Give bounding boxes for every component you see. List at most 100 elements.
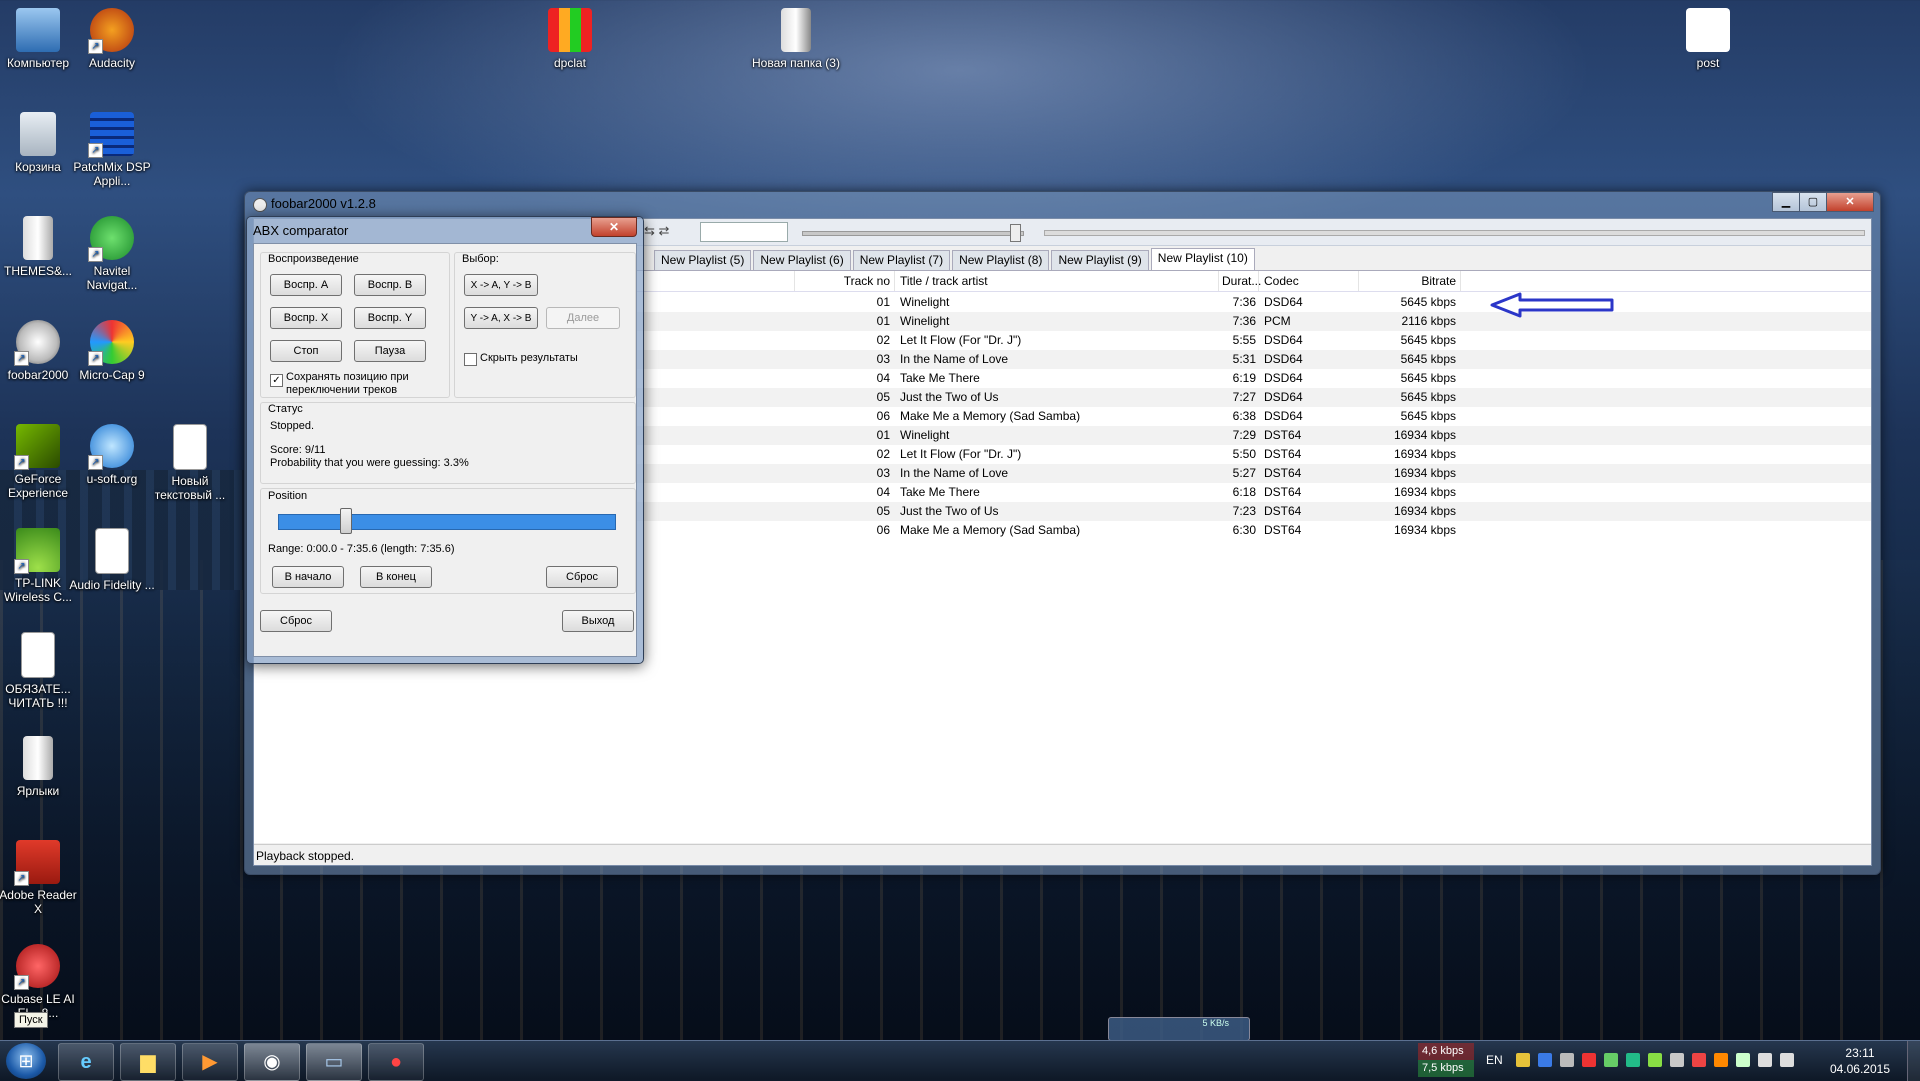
play-a-button[interactable]: Воспр. A	[270, 274, 342, 296]
desktop-icon-new-folder[interactable]: Новая папка (3)	[752, 8, 840, 70]
text-file-icon	[21, 632, 55, 678]
choice-group-label: Выбор:	[462, 253, 499, 265]
chrome-icon: ●	[389, 1051, 403, 1073]
signal-icon[interactable]	[1648, 1053, 1662, 1067]
tray-icon[interactable]	[1670, 1053, 1684, 1067]
taskbar-explorer-button[interactable]: ▆	[120, 1043, 176, 1081]
desktop-icon-readme[interactable]: ОБЯЗАТЕ... ЧИТАТЬ !!!	[0, 632, 82, 710]
to-end-button[interactable]: В конец	[360, 566, 432, 588]
column-header-bitrate[interactable]: Bitrate	[1358, 274, 1456, 288]
cell-duration: 6:19	[1232, 371, 1256, 385]
desktop-icon-dpclat[interactable]: dpclat	[526, 8, 614, 70]
tab-new-playlist-5[interactable]: New Playlist (5)	[654, 250, 752, 271]
flag-icon[interactable]	[1692, 1053, 1706, 1067]
position-slider-knob[interactable]	[340, 508, 353, 534]
cell-codec: PCM	[1264, 314, 1291, 328]
hide-results-checkbox[interactable]	[464, 353, 477, 366]
desktop-icon-new-text[interactable]: Новый текстовый ...	[146, 424, 234, 502]
window-caption-buttons: ▁ ▢ ✕	[1772, 192, 1874, 212]
tray-icon[interactable]	[1560, 1053, 1574, 1067]
tab-new-playlist-10[interactable]: New Playlist (10)	[1150, 248, 1255, 271]
column-header-track-no[interactable]: Track no	[794, 274, 890, 288]
cell-codec: DST64	[1264, 428, 1302, 442]
network-speed: 4,6 kbps 7,5 kbps	[1418, 1043, 1474, 1079]
position-slider-track[interactable]	[278, 514, 616, 530]
tray-icon[interactable]	[1538, 1053, 1552, 1067]
tab-new-playlist-7[interactable]: New Playlist (7)	[852, 250, 951, 271]
desktop-icon-label: post	[1696, 56, 1720, 70]
battery-icon[interactable]	[1736, 1053, 1750, 1067]
tab-new-playlist-8[interactable]: New Playlist (8)	[952, 250, 1050, 271]
play-b-button[interactable]: Воспр. B	[354, 274, 426, 296]
position-range: Range: 0:00.0 - 7:35.6 (length: 7:35.6)	[268, 543, 455, 555]
play-icon: ▶	[202, 1051, 218, 1073]
desktop-icon-cubase[interactable]: Cubase LE AI El... 8...	[0, 944, 82, 1020]
volume-icon[interactable]	[1780, 1053, 1794, 1067]
language-indicator[interactable]: EN	[1486, 1053, 1503, 1067]
tray-icon[interactable]	[1582, 1053, 1596, 1067]
choice-y-a-x-b-button[interactable]: Y -> A, X -> B	[464, 307, 538, 329]
next-button[interactable]: Далее	[546, 307, 620, 329]
choice-x-a-y-b-button[interactable]: X -> A, Y -> B	[464, 274, 538, 296]
desktop-icon-adobe-reader[interactable]: Adobe Reader X	[0, 840, 82, 916]
to-start-button[interactable]: В начало	[272, 566, 344, 588]
taskbar-chrome-button[interactable]: ●	[368, 1043, 424, 1081]
abx-close-button[interactable]: ✕	[591, 217, 637, 237]
cell-track-no: 01	[876, 295, 890, 309]
cell-bitrate: 16934 kbps	[1393, 523, 1456, 537]
desktop-icon-audacity[interactable]: Audacity	[68, 8, 156, 70]
cell-track-no: 05	[876, 390, 890, 404]
stop-button[interactable]: Стоп	[270, 340, 342, 362]
start-button[interactable]: ⊞	[6, 1043, 46, 1079]
playback-group-label: Воспроизведение	[268, 253, 359, 265]
column-header-codec[interactable]: Codec	[1264, 274, 1299, 288]
volume-slider[interactable]	[802, 231, 1024, 236]
playback-order-icon[interactable]: ⇆ ⇄	[644, 223, 674, 241]
keep-position-checkbox[interactable]: ✓	[270, 374, 283, 387]
maximize-button[interactable]: ▢	[1799, 192, 1827, 212]
tray-icon[interactable]	[1714, 1053, 1728, 1067]
cell-track-no: 01	[876, 314, 890, 328]
reset-range-button[interactable]: Сброс	[546, 566, 618, 588]
tab-new-playlist-9[interactable]: New Playlist (9)	[1051, 250, 1149, 271]
desktop-icon-post[interactable]: post	[1664, 8, 1752, 70]
desktop-icon-microcap[interactable]: Micro-Cap 9	[68, 320, 156, 382]
tray-icon[interactable]	[1604, 1053, 1618, 1067]
clock[interactable]: 23:11 04.06.2015	[1830, 1045, 1890, 1077]
column-header-title[interactable]: Title / track artist	[900, 274, 988, 288]
column-header-duration[interactable]: Durat...	[1222, 274, 1261, 288]
seek-bar[interactable]	[1044, 230, 1865, 236]
tray-icon[interactable]	[1516, 1053, 1530, 1067]
play-y-button[interactable]: Воспр. Y	[354, 307, 426, 329]
taskbar-foobar-button[interactable]: ◉	[244, 1043, 300, 1081]
show-desktop-button[interactable]	[1907, 1041, 1920, 1081]
start-tooltip: Пуск	[14, 1012, 48, 1028]
cell-bitrate: 5645 kbps	[1400, 409, 1456, 423]
tab-new-playlist-6[interactable]: New Playlist (6)	[753, 250, 851, 271]
desktop-icon-audio-fidelity[interactable]: Audio Fidelity ...	[68, 528, 156, 592]
exit-button[interactable]: Выход	[562, 610, 634, 632]
minimize-button[interactable]: ▁	[1772, 192, 1800, 212]
volume-slider-knob[interactable]	[1010, 224, 1021, 242]
desktop-icon-usoft[interactable]: u-soft.org	[68, 424, 156, 486]
desktop-icon-label: u-soft.org	[86, 472, 138, 486]
play-x-button[interactable]: Воспр. X	[270, 307, 342, 329]
cell-duration: 7:36	[1232, 314, 1256, 328]
pause-button[interactable]: Пауза	[354, 340, 426, 362]
playback-order-dropdown[interactable]	[700, 222, 788, 242]
folder-icon	[23, 736, 53, 780]
desktop-icon-shortcuts[interactable]: Ярлыки	[0, 736, 82, 798]
reset-button[interactable]: Сброс	[260, 610, 332, 632]
tray-icon[interactable]	[1626, 1053, 1640, 1067]
cell-codec: DSD64	[1264, 409, 1303, 423]
close-button[interactable]: ✕	[1826, 192, 1874, 212]
taskbar-window-button[interactable]: ▭	[306, 1043, 362, 1081]
network-icon[interactable]	[1758, 1053, 1772, 1067]
foobar-icon: ◉	[263, 1051, 281, 1073]
taskbar-media-player-button[interactable]: ▶	[182, 1043, 238, 1081]
desktop-icon-patchmix[interactable]: PatchMix DSP Appli...	[68, 112, 156, 188]
taskbar-ie-button[interactable]: e	[58, 1043, 114, 1081]
cell-track-no: 03	[876, 466, 890, 480]
desktop-icon-navitel[interactable]: Navitel Navigat...	[68, 216, 156, 292]
wav-file-icon	[95, 528, 129, 574]
